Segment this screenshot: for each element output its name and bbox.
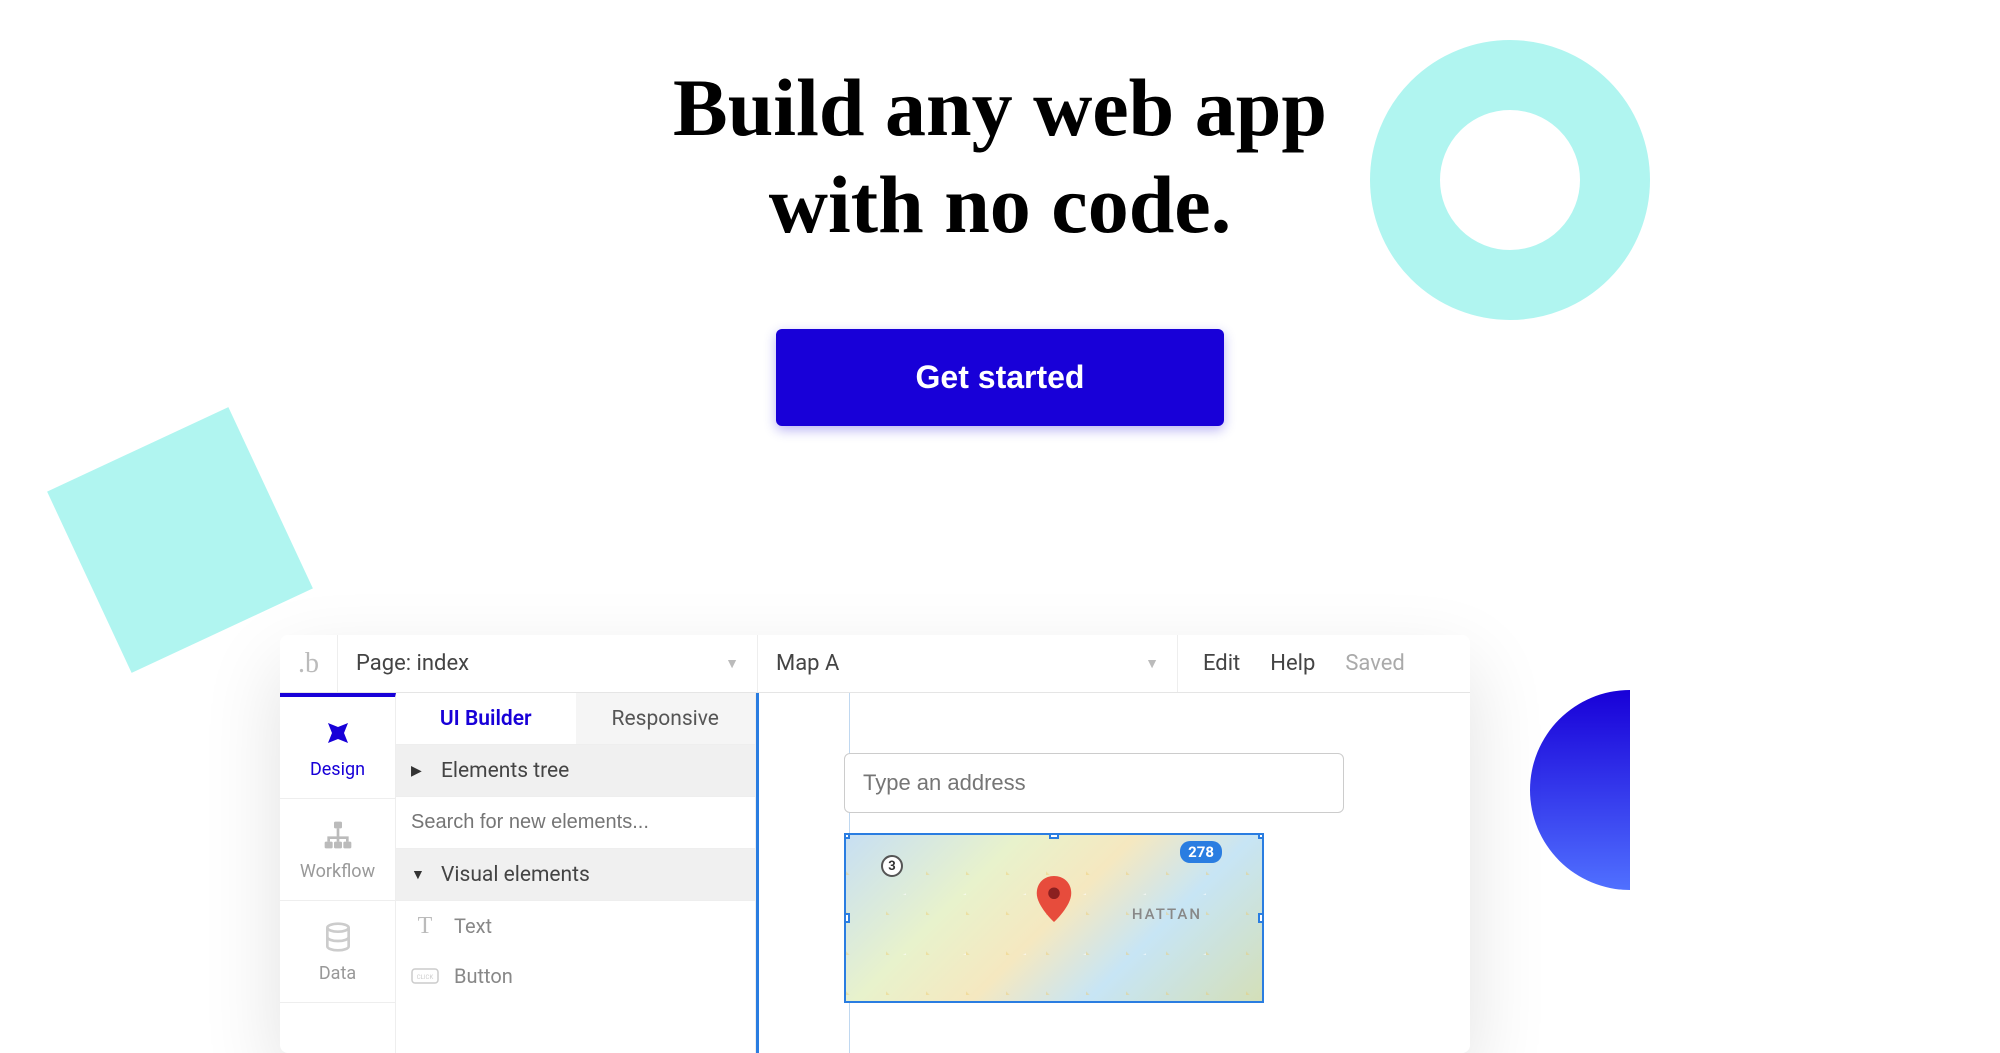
decorative-ring <box>1370 40 1650 320</box>
database-icon <box>320 919 356 955</box>
resize-handle[interactable] <box>1258 833 1264 839</box>
element-selector[interactable]: Map A ▼ <box>758 635 1178 692</box>
triangle-down-icon: ▼ <box>411 866 427 883</box>
elements-search-input[interactable] <box>396 797 755 849</box>
editor-window: .b Page: index ▼ Map A ▼ Edit Help Saved… <box>280 635 1470 1053</box>
editor-body: Design Workflow Data UI Builder Responsi… <box>280 693 1470 1053</box>
text-icon: T <box>411 913 439 940</box>
elements-tree-label: Elements tree <box>441 759 569 783</box>
element-selector-label: Map A <box>776 651 839 676</box>
menu-help[interactable]: Help <box>1270 651 1315 676</box>
sidebar-item-label: Data <box>319 963 356 984</box>
route-marker-3: 3 <box>881 855 903 877</box>
bubble-logo-icon: .b <box>298 648 319 680</box>
hero-title-line2: with no code. <box>769 159 1231 250</box>
decorative-semicircle <box>1530 690 1730 890</box>
triangle-right-icon: ▶ <box>411 763 427 779</box>
decorative-square <box>47 407 313 673</box>
map-element[interactable]: 3 278 HATTAN <box>844 833 1264 1003</box>
elements-tree-row[interactable]: ▶ Elements tree <box>396 745 755 797</box>
sidebar-item-label: Workflow <box>300 861 375 882</box>
route-badge-278: 278 <box>1180 841 1222 863</box>
design-icon <box>320 715 356 751</box>
svg-text:CLICK: CLICK <box>417 974 434 981</box>
hero-section: Build any web app with no code. Get star… <box>0 0 2000 426</box>
resize-handle[interactable] <box>1258 913 1264 923</box>
map-area-label: HATTAN <box>1132 905 1202 923</box>
tab-responsive[interactable]: Responsive <box>576 693 756 744</box>
resize-handle[interactable] <box>844 913 850 923</box>
page-selector[interactable]: Page: index ▼ <box>338 635 758 692</box>
hero-title-line1: Build any web app <box>673 62 1327 153</box>
save-status: Saved <box>1345 651 1404 676</box>
element-button[interactable]: CLICK Button <box>396 951 755 1001</box>
sidebar-item-workflow[interactable]: Workflow <box>280 799 395 901</box>
map-pin-icon <box>1036 876 1072 926</box>
sidebar-item-design[interactable]: Design <box>280 697 395 799</box>
menu-edit[interactable]: Edit <box>1203 651 1240 676</box>
tab-ui-builder[interactable]: UI Builder <box>396 693 576 744</box>
hero-title: Build any web app with no code. <box>0 60 2000 254</box>
get-started-button[interactable]: Get started <box>776 329 1225 426</box>
element-text-label: Text <box>454 914 492 938</box>
workflow-icon <box>320 817 356 853</box>
resize-handle[interactable] <box>1049 833 1059 839</box>
button-icon: CLICK <box>411 968 439 984</box>
app-logo[interactable]: .b <box>280 635 338 692</box>
element-button-label: Button <box>454 964 513 988</box>
menu-bar: Edit Help Saved <box>1178 651 1430 676</box>
elements-panel: UI Builder Responsive ▶ Elements tree ▼ … <box>396 693 756 1053</box>
visual-elements-row[interactable]: ▼ Visual elements <box>396 849 755 901</box>
editor-canvas[interactable]: 3 278 HATTAN <box>756 693 1470 1053</box>
editor-sidebar: Design Workflow Data <box>280 693 396 1053</box>
address-input[interactable] <box>844 753 1344 813</box>
page-selector-label: Page: index <box>356 651 469 676</box>
sidebar-item-label: Design <box>310 759 365 780</box>
chevron-down-icon: ▼ <box>1145 655 1159 672</box>
element-text[interactable]: T Text <box>396 901 755 951</box>
editor-topbar: .b Page: index ▼ Map A ▼ Edit Help Saved <box>280 635 1470 693</box>
resize-handle[interactable] <box>844 833 850 839</box>
sidebar-item-data[interactable]: Data <box>280 901 395 1003</box>
visual-elements-label: Visual elements <box>441 863 590 887</box>
chevron-down-icon: ▼ <box>725 655 739 672</box>
panel-tabs: UI Builder Responsive <box>396 693 755 745</box>
